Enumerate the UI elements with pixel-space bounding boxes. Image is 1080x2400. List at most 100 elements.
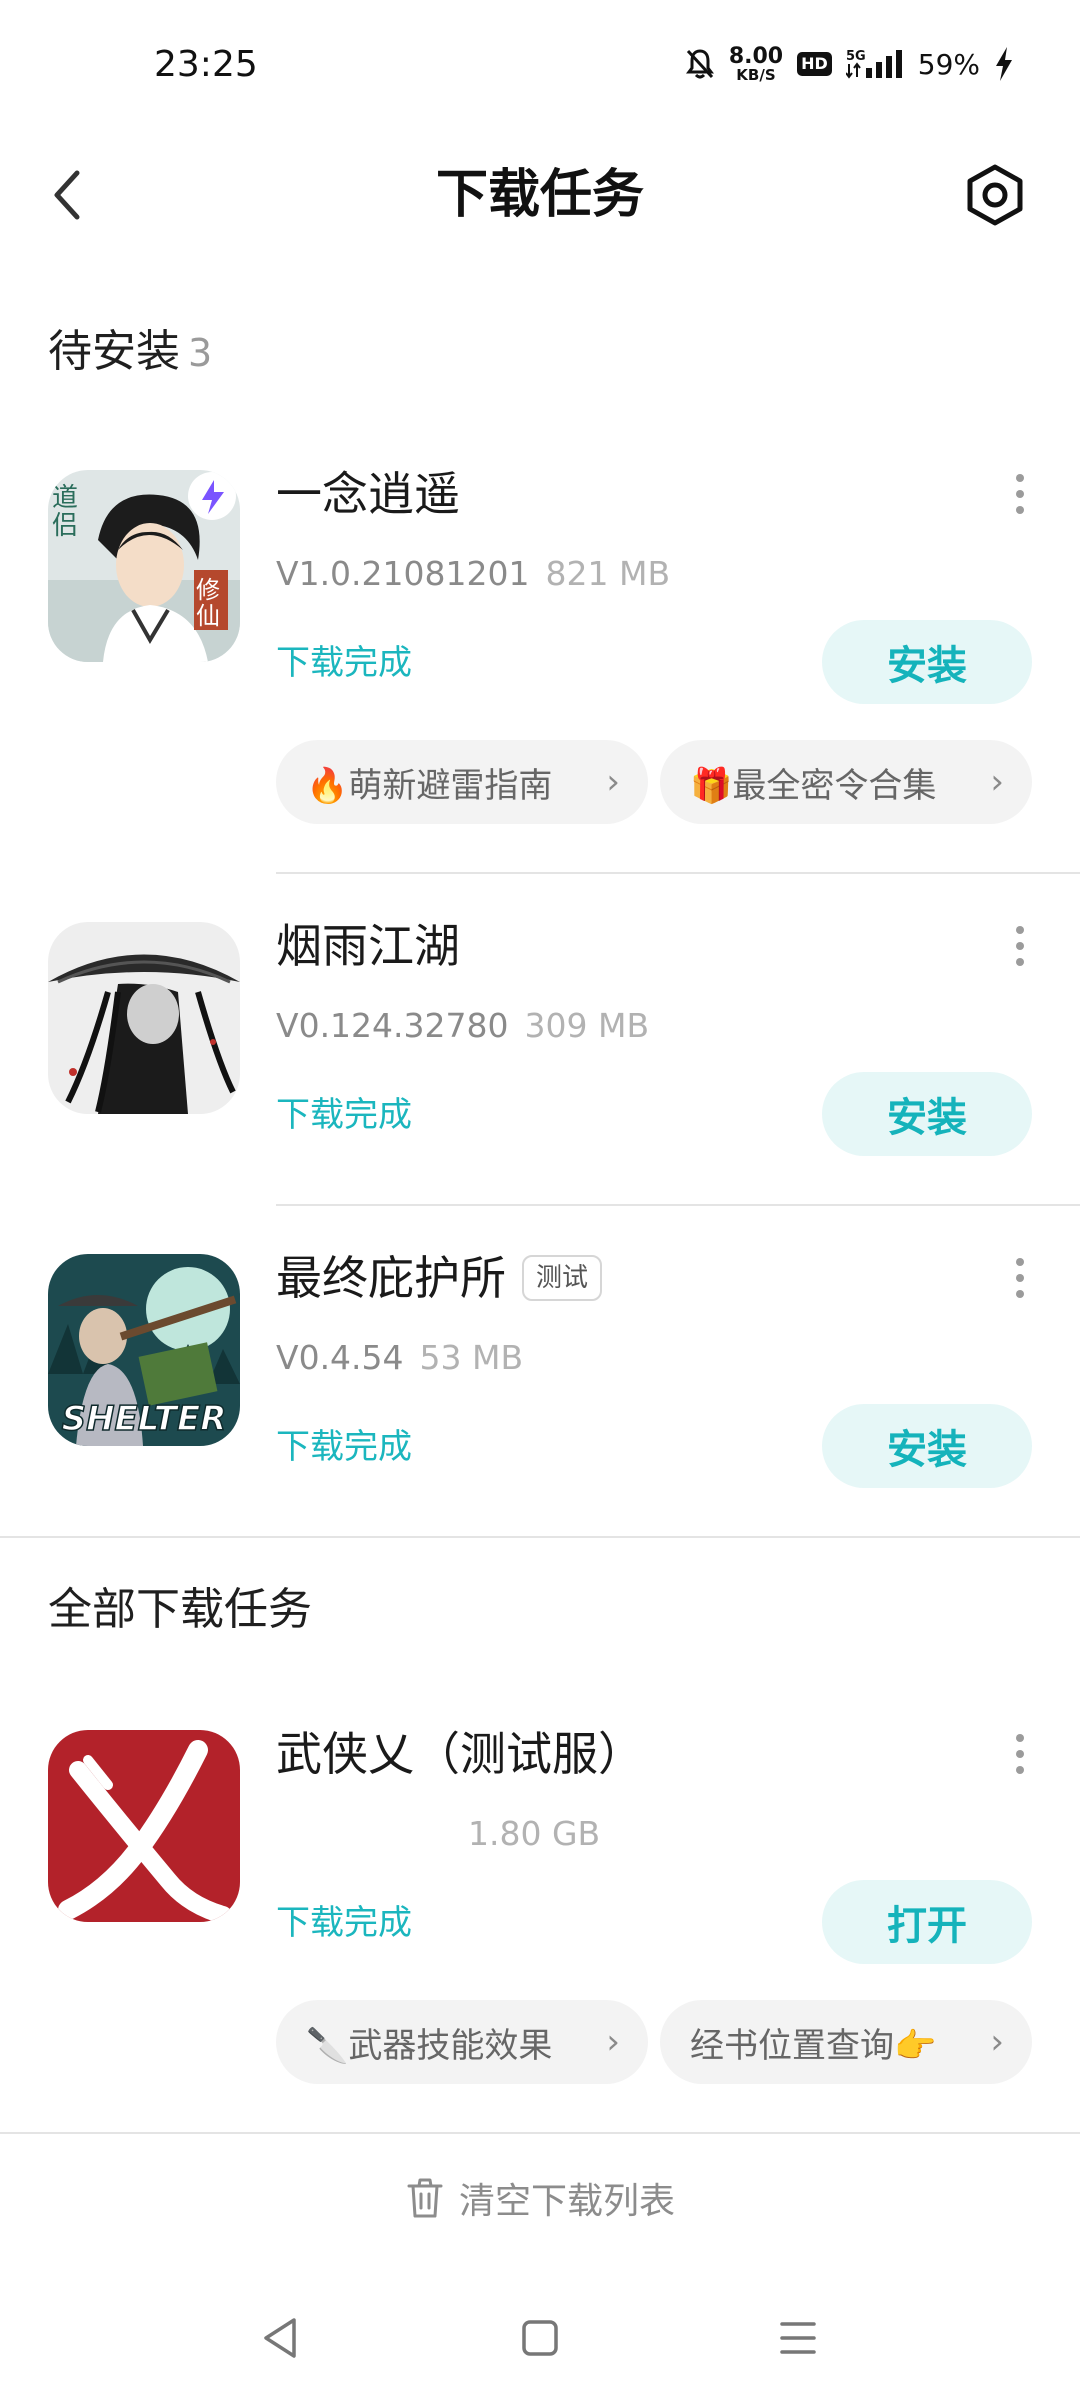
more-dot-icon [1016,942,1024,950]
svg-text:道: 道 [52,483,78,513]
more-dot-icon [1016,490,1024,498]
app-name: 一念逍遥 [276,467,460,521]
more-dot-icon [1016,1258,1024,1266]
hd-badge: HD [797,52,832,76]
install-button[interactable]: 安装 [822,1072,1032,1156]
app-size: 821 MB [545,554,671,593]
list-item[interactable]: 烟雨江湖 V0.124.32780 309 MB 下载完成 安装 [0,919,1080,1202]
install-button[interactable]: 安装 [822,620,1032,704]
guide-chip[interactable]: 🔥萌新避雷指南 › [276,740,648,824]
signal-icon: 5G [845,49,902,79]
settings-button[interactable] [960,160,1030,230]
app-name: 烟雨江湖 [276,919,460,973]
clear-download-list-button[interactable]: 清空下载列表 [0,2148,1080,2248]
divider [276,872,1080,874]
more-dot-icon [1016,1274,1024,1282]
more-options-button[interactable] [1000,1724,1040,1784]
app-name-row: 最终庇护所 测试 [276,1248,603,1308]
svg-text:修: 修 [196,576,220,604]
chevron-right-icon: › [990,2022,1004,2062]
nav-menu-icon [780,2322,816,2354]
pending-count: 3 [188,331,213,375]
app-name: 最终庇护所 [276,1251,506,1305]
app-meta: V0.4.54 53 MB [276,1336,523,1380]
chip-label: 🔥萌新避雷指南 [306,765,553,806]
chevron-right-icon: › [606,2022,620,2062]
app-icon-yanyu [48,922,240,1114]
guide-chip[interactable]: 🔪武器技能效果 › [276,2000,648,2084]
guide-chip[interactable]: 🎁最全密令合集 › [660,740,1032,824]
app-icon-wuxia [48,1730,240,1922]
chip-label: 🔪武器技能效果 [306,2025,553,2066]
more-dot-icon [1016,506,1024,514]
svg-text:仙: 仙 [196,602,220,630]
app-icon-yinian: 修 仙 道 侣 [48,470,240,662]
download-status: 下载完成 [276,1095,412,1135]
chip-label: 🎁最全密令合集 [690,765,937,806]
battery-percent: 59% [917,47,980,81]
app-version: V0.4.54 [276,1338,404,1377]
download-status: 下载完成 [276,643,412,683]
section-title-pending: 待安装 3 [48,322,212,383]
download-status: 下载完成 [276,1427,412,1467]
more-options-button[interactable] [1000,1248,1040,1308]
more-dot-icon [1016,1734,1024,1742]
divider [276,1204,1080,1206]
svg-text:5G: 5G [846,49,866,64]
trash-icon [407,2178,443,2218]
nav-home-button[interactable] [510,2308,570,2368]
status-bar: 23:25 8.00 KB/S HD 5G 59% [0,0,1080,130]
more-dot-icon [1016,474,1024,482]
section-title-all: 全部下载任务 [48,1584,312,1635]
app-icon-wuxia-image [48,1730,240,1922]
more-options-button[interactable] [1000,464,1040,524]
app-icon-yinian-image: 修 仙 道 侣 [48,470,240,662]
app-version: V0.124.32780 [276,1006,509,1045]
shelter-logo-text: SHELTER [62,1399,227,1439]
status-time: 23:25 [154,44,258,85]
app-size: 53 MB [419,1338,524,1377]
network-speed: 8.00 KB/S [728,43,784,84]
more-options-button[interactable] [1000,916,1040,976]
more-dot-icon [1016,958,1024,966]
clear-label: 清空下载列表 [458,2181,675,2222]
settings-icon [967,164,1023,226]
nav-home-icon [522,2320,558,2356]
chevron-right-icon: › [990,762,1004,802]
navigation-bar [0,2280,1080,2390]
notifications-off-icon [685,49,714,79]
app-icon-shelter: SHELTER [48,1254,240,1446]
svg-text:侣: 侣 [52,511,78,541]
section-title-pending-label: 待安装 [48,326,180,377]
list-item[interactable]: 武侠乂（测试服） 1.80 GB 下载完成 打开 🔪武器技能效果 › 经书位置查… [0,1727,1080,2090]
more-dot-icon [1016,1750,1024,1758]
app-meta: V0.124.32780 309 MB [276,1004,649,1048]
app-meta: V1.0.21081201 821 MB [276,552,670,596]
list-item[interactable]: SHELTER 最终庇护所 测试 V0.4.54 53 MB 下载完成 安装 [0,1251,1080,1534]
open-button[interactable]: 打开 [822,1880,1032,1964]
more-dot-icon [1016,1290,1024,1298]
page-title: 下载任务 [435,165,644,225]
list-item[interactable]: 修 仙 道 侣 一念逍遥 V1.0.21081201 821 MB 下载完成 安装… [0,467,1080,870]
install-button[interactable]: 安装 [822,1404,1032,1488]
nav-back-button[interactable] [250,2308,310,2368]
nav-back-icon [264,2318,296,2358]
chip-label: 经书位置查询👉 [690,2025,937,2066]
footer-divider [0,2132,1080,2134]
app-name: 武侠乂（测试服） [276,1727,644,1781]
app-version: V1.0.21081201 [276,554,530,593]
section-divider [0,1536,1080,1538]
app-icon-yanyu-image [48,922,240,1114]
nav-menu-button[interactable] [768,2308,828,2368]
guide-chip[interactable]: 经书位置查询👉 › [660,2000,1032,2084]
charging-icon [996,47,1012,81]
app-size: 309 MB [524,1006,650,1045]
more-dot-icon [1016,1766,1024,1774]
status-icons: 8.00 KB/S HD 5G 59% [685,44,1014,84]
download-status: 下载完成 [276,1903,412,1943]
app-meta: 1.80 GB [468,1812,600,1856]
app-icon-shelter-image: SHELTER [48,1254,240,1446]
more-dot-icon [1016,926,1024,934]
chevron-right-icon: › [606,762,620,802]
header: 下载任务 [0,130,1080,260]
